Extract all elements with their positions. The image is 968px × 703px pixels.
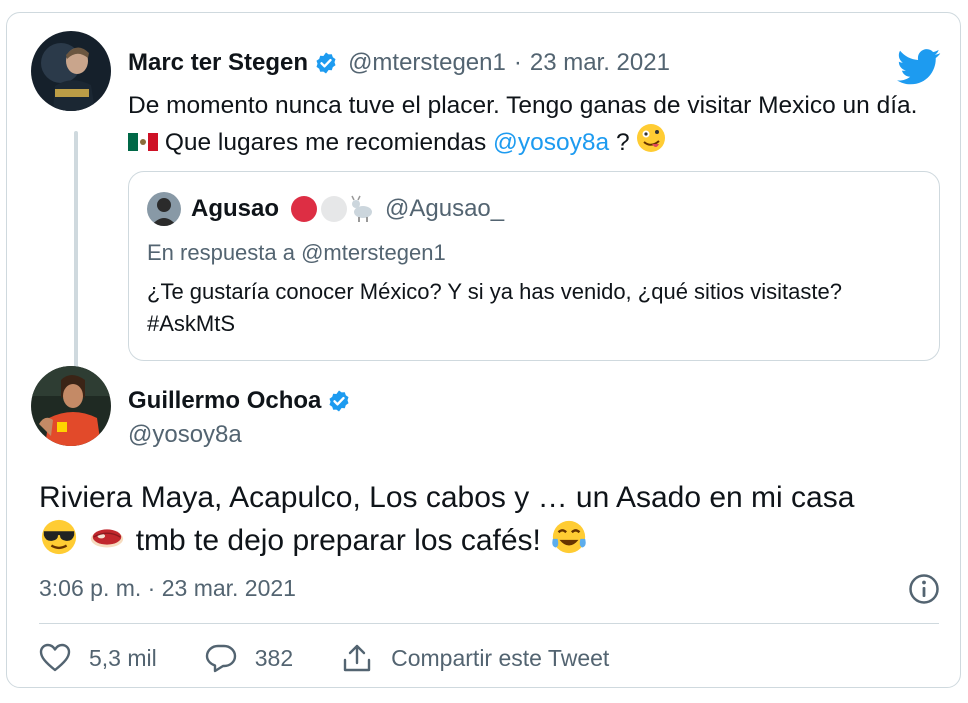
quoted-name-emojis (289, 194, 375, 224)
meta-separator: · (513, 49, 522, 76)
reply-button[interactable]: 382 (205, 643, 293, 673)
quoted-header: Agusao @Agusao_ (147, 192, 504, 226)
tears-of-joy-emoji (549, 518, 589, 567)
quoted-text: ¿Te gustaría conocer México? Y si ya has… (147, 279, 842, 336)
quoted-reply-context: En respuesta a @mterstegen1 (147, 240, 446, 265)
actions-divider (39, 623, 939, 624)
reply-text-part2: tmb te dejo preparar los cafés! (135, 524, 541, 557)
reply-header: Guillermo Ochoa @yosoy8a (128, 387, 351, 449)
quoted-author-avatar (147, 192, 181, 226)
action-bar: 5,3 mil 382 Compartir este Tweet (39, 643, 609, 673)
reply-author-name[interactable]: Guillermo Ochoa (128, 387, 321, 415)
share-button[interactable]: Compartir este Tweet (341, 643, 609, 673)
twitter-bird-icon[interactable] (897, 49, 941, 85)
author-name[interactable]: Marc ter Stegen (128, 49, 308, 77)
tweet-header: Marc ter Stegen @mterstegen1 · 23 mar. 2… (128, 49, 670, 77)
verified-badge-icon (329, 390, 349, 412)
tweet-date[interactable]: 23 mar. 2021 (530, 49, 670, 77)
author-avatar[interactable] (31, 31, 111, 111)
tweet-body: De momento nunca tuve el placer. Tengo g… (128, 89, 928, 163)
reply-timestamp[interactable]: 3:06 p. m. · 23 mar. 2021 (39, 575, 296, 602)
author-handle[interactable]: @mterstegen1 (348, 49, 506, 77)
share-label: Compartir este Tweet (391, 644, 610, 671)
reply-author-avatar[interactable] (31, 366, 111, 446)
reply-body: Riviera Maya, Acapulco, Los cabos y … un… (39, 478, 939, 567)
tweet-text-part2: Que lugares me recomiendas (164, 129, 487, 156)
heart-icon (39, 643, 71, 672)
thread-connector-line (74, 131, 78, 369)
mexico-flag-emoji (128, 129, 158, 163)
quoted-author-handle: @Agusao_ (385, 195, 505, 222)
tweet-text-part1: De momento nunca tuve el placer. Tengo g… (128, 92, 918, 119)
sunglasses-face-emoji (39, 518, 79, 567)
info-icon[interactable] (908, 573, 940, 605)
reply-author-handle[interactable]: @yosoy8a (128, 421, 351, 449)
reply-text-part1: Riviera Maya, Acapulco, Los cabos y … un… (39, 481, 855, 514)
zany-face-emoji (636, 123, 666, 163)
like-button[interactable]: 5,3 mil (39, 643, 157, 673)
tweet-text-part3: ? (615, 129, 630, 156)
share-upload-icon (343, 644, 371, 672)
mention-link[interactable]: @yosoy8a (493, 129, 609, 156)
meat-steak-emoji (87, 518, 127, 567)
reply-count: 382 (254, 644, 294, 671)
verified-badge-icon (316, 52, 336, 74)
quoted-tweet[interactable]: Agusao @Agusao_ En respuesta a @mtersteg… (128, 171, 940, 361)
like-count: 5,3 mil (89, 644, 157, 671)
tweet-embed-card: Marc ter Stegen @mterstegen1 · 23 mar. 2… (6, 12, 961, 688)
quoted-author-name: Agusao (191, 195, 280, 222)
comment-bubble-icon (205, 644, 236, 673)
